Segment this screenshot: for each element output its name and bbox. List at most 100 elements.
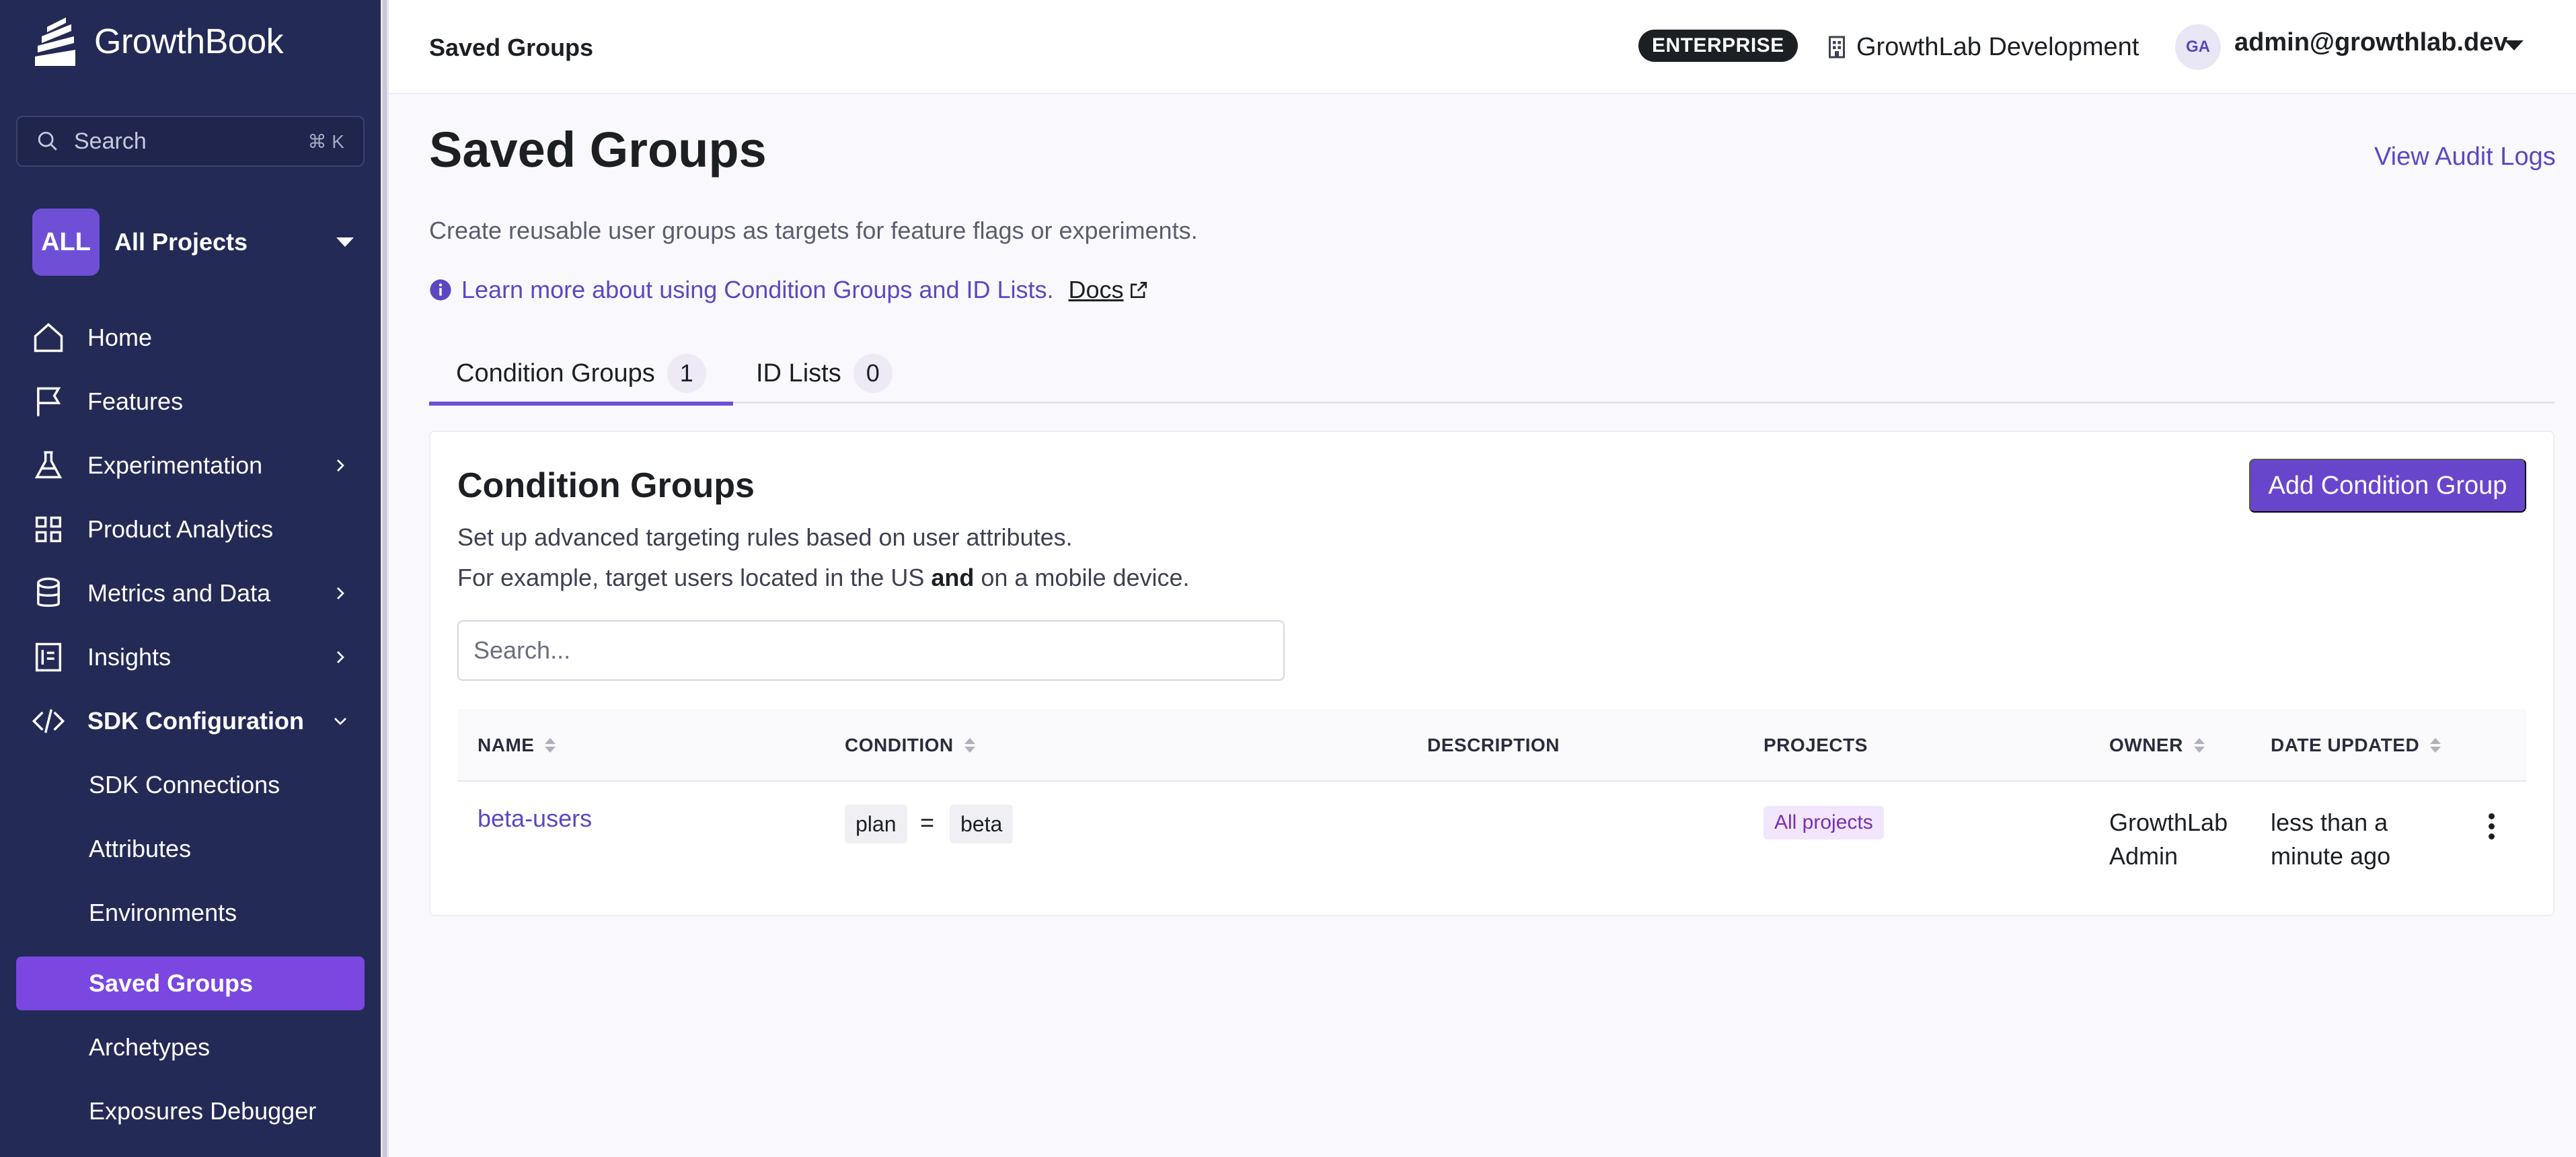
projects-badge: All projects	[1764, 806, 1884, 839]
search-shortcut: ⌘ K	[307, 130, 344, 152]
column-label: NAME	[478, 735, 535, 755]
column-header-name[interactable]: NAME	[478, 709, 556, 782]
sidebar-item-attributes[interactable]: Attributes	[16, 822, 365, 876]
tab-label: ID Lists	[756, 359, 841, 387]
row-actions-menu-icon[interactable]	[2478, 806, 2505, 846]
database-icon	[30, 574, 67, 612]
column-header-description: DESCRIPTION	[1427, 709, 1560, 782]
example-text-before: For example, target users located in the…	[457, 564, 932, 591]
grid-icon	[30, 511, 67, 548]
scrollbar-thumb[interactable]	[383, 0, 387, 1157]
document-icon	[30, 638, 67, 676]
sidebar-item-features[interactable]: Features	[16, 375, 365, 428]
sidebar-item-label: Home	[87, 324, 153, 351]
sidebar-item-label: Experimentation	[87, 451, 263, 479]
sidebar-item-environments[interactable]: Environments	[16, 886, 365, 940]
column-header-date-updated[interactable]: DATE UPDATED	[2271, 709, 2441, 782]
tab-label: Condition Groups	[456, 359, 655, 387]
sidebar-item-label: Attributes	[89, 835, 192, 862]
group-name-link[interactable]: beta-users	[478, 805, 592, 833]
chevron-down-icon	[334, 718, 346, 725]
condition-value: beta	[950, 805, 1014, 844]
sidebar-item-metrics-and-data[interactable]: Metrics and Data	[16, 566, 365, 620]
sidebar-item-sdk-configuration[interactable]: SDK Configuration	[16, 694, 365, 748]
condition-groups-card: Condition Groups Add Condition Group Set…	[429, 431, 2554, 916]
column-label: DESCRIPTION	[1427, 735, 1560, 755]
sort-icon	[2193, 738, 2205, 753]
table-header: NAME CONDITION DESCRIPTION PROJECTS OWNE…	[457, 709, 2526, 782]
sidebar-item-label: SDK Connections	[89, 771, 280, 798]
column-label: OWNER	[2109, 735, 2183, 755]
column-header-condition[interactable]: CONDITION	[845, 709, 975, 782]
page-title: Saved Groups	[429, 122, 767, 178]
chevron-right-icon	[337, 587, 344, 599]
search-icon	[38, 131, 57, 151]
project-name: All Projects	[114, 228, 248, 256]
search-input[interactable]	[457, 620, 1285, 681]
column-header-owner[interactable]: OWNER	[2109, 709, 2205, 782]
view-audit-logs-link[interactable]: View Audit Logs	[2374, 143, 2556, 172]
tab-count: 0	[853, 354, 893, 393]
tab-count: 1	[667, 354, 706, 393]
sidebar-item-exposures-debugger[interactable]: Exposures Debugger	[16, 1084, 365, 1138]
growthbook-logo-icon	[35, 17, 75, 66]
add-condition-group-button[interactable]: Add Condition Group	[2249, 459, 2526, 513]
sidebar-search[interactable]: Search ⌘ K	[16, 116, 365, 167]
info-icon	[430, 279, 451, 301]
project-badge: ALL	[32, 209, 100, 276]
sidebar-item-home[interactable]: Home	[16, 311, 365, 365]
column-label: DATE UPDATED	[2271, 735, 2420, 755]
sidebar-item-label: Features	[87, 387, 184, 415]
owner-line: Admin	[2109, 842, 2179, 870]
tab-condition-groups[interactable]: Condition Groups 1	[429, 343, 733, 406]
sidebar-item-label: Product Analytics	[87, 515, 274, 543]
sidebar-item-label: Environments	[89, 899, 237, 926]
column-label: CONDITION	[845, 735, 954, 755]
home-icon	[30, 319, 67, 357]
sidebar-item-product-analytics[interactable]: Product Analytics	[16, 502, 365, 556]
sidebar-item-label: Exposures Debugger	[89, 1097, 317, 1125]
sort-icon	[2430, 738, 2441, 753]
column-label: PROJECTS	[1764, 735, 1868, 755]
example-text-after: on a mobile device.	[974, 564, 1190, 591]
logo[interactable]: GrowthBook	[32, 15, 284, 69]
sidebar-item-experimentation[interactable]: Experimentation	[16, 439, 365, 492]
docs-link-label: Docs	[1068, 276, 1124, 303]
sidebar-scrollbar[interactable]	[381, 0, 389, 1157]
topbar: Saved Groups ENTERPRISE GrowthLab Develo…	[389, 0, 2576, 94]
chevron-right-icon	[337, 459, 344, 472]
sidebar-item-insights[interactable]: Insights	[16, 630, 365, 684]
sidebar-item-label: Metrics and Data	[87, 579, 271, 607]
code-icon	[30, 702, 67, 740]
sidebar: GrowthBook Search ⌘ K ALL All Projects H…	[0, 0, 381, 1157]
avatar[interactable]: GA	[2175, 24, 2221, 70]
card-title: Condition Groups	[457, 466, 755, 505]
external-link-icon	[1130, 282, 1147, 298]
app-name: GrowthBook	[94, 22, 284, 61]
plan-badge: ENTERPRISE	[1638, 30, 1798, 62]
project-selector[interactable]: ALL All Projects	[32, 209, 356, 276]
building-icon	[1829, 36, 1845, 59]
sidebar-item-label: Archetypes	[89, 1033, 211, 1061]
sidebar-search-label: Search	[74, 128, 147, 154]
condition-operator: =	[920, 809, 935, 836]
sidebar-item-archetypes[interactable]: Archetypes	[16, 1020, 365, 1074]
caret-down-icon[interactable]	[2505, 40, 2524, 50]
docs-link[interactable]: Docs	[1069, 276, 1159, 304]
user-email[interactable]: admin@growthlab.dev	[2234, 28, 2508, 57]
flask-icon	[30, 447, 67, 484]
condition-attribute: plan	[845, 805, 907, 844]
breadcrumb: Saved Groups	[429, 34, 594, 61]
tab-id-lists[interactable]: ID Lists 0	[729, 343, 919, 404]
caret-down-icon	[336, 237, 354, 247]
sidebar-item-saved-groups[interactable]: Saved Groups	[16, 957, 365, 1010]
org-selector[interactable]: GrowthLab Development	[1827, 31, 2139, 63]
card-example: For example, target users located in the…	[457, 564, 1190, 592]
page-description: Create reusable user groups as targets f…	[429, 217, 1198, 244]
column-header-projects: PROJECTS	[1764, 709, 1868, 782]
owner-cell: GrowthLab Admin	[2109, 806, 2228, 873]
sort-icon	[964, 738, 975, 753]
sidebar-item-sdk-connections[interactable]: SDK Connections	[16, 758, 365, 812]
learn-more-text: Learn more about using Condition Groups …	[461, 276, 1054, 303]
sidebar-item-label: Saved Groups	[89, 969, 254, 997]
